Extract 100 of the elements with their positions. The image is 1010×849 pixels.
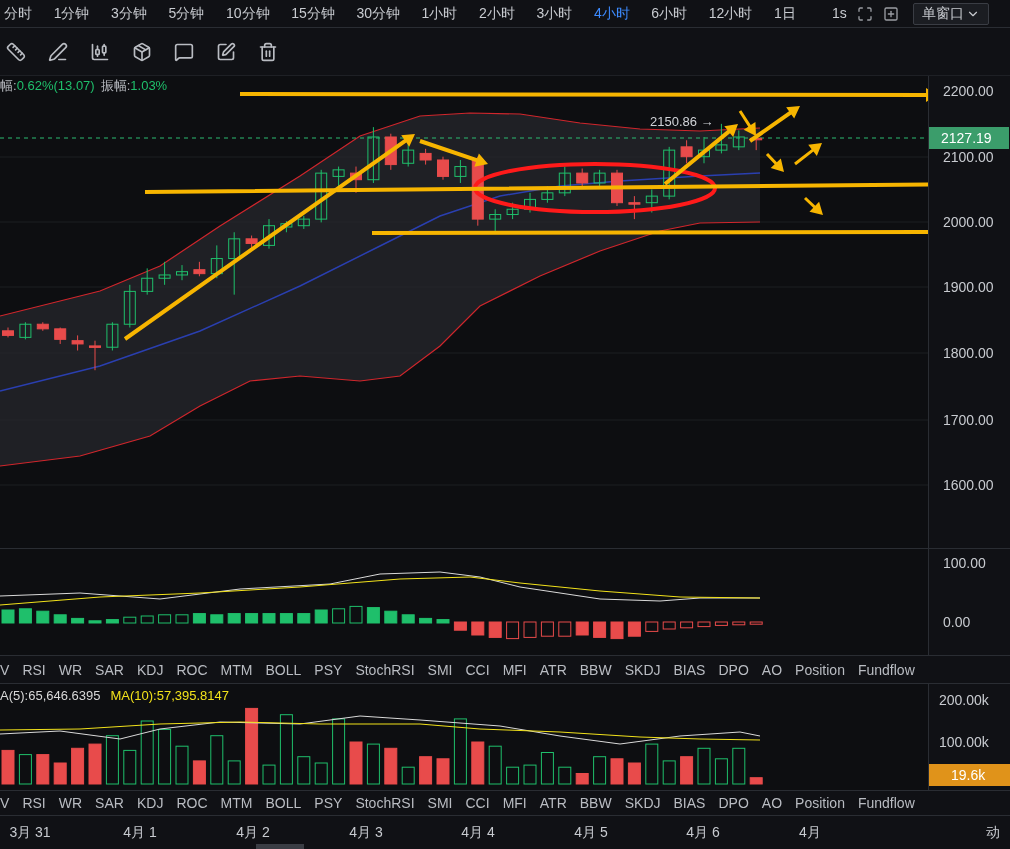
candlestick bbox=[106, 321, 119, 351]
indicator-tab[interactable]: PSY bbox=[314, 662, 343, 677]
histogram-bar bbox=[697, 621, 711, 628]
price-axis-label: 1900.00 bbox=[943, 280, 994, 294]
indicator-tab[interactable]: SKDJ bbox=[624, 662, 661, 677]
high-price-label: 2150.86 → bbox=[650, 113, 714, 131]
candlestick bbox=[2, 327, 14, 338]
indicator-tab[interactable]: MTM bbox=[220, 796, 253, 810]
indicator-tab[interactable]: RSI bbox=[22, 662, 46, 677]
interval-tab[interactable]: 6小时 bbox=[651, 3, 688, 24]
candlestick bbox=[36, 321, 49, 332]
indicator-tab[interactable]: V bbox=[0, 796, 10, 810]
volume-axis-label: 200.00k bbox=[939, 693, 989, 707]
fullscreen-icon[interactable] bbox=[856, 5, 873, 22]
date-axis-label: 4月 3 bbox=[349, 823, 383, 842]
price-axis-label: 1800.00 bbox=[943, 346, 994, 360]
interval-tab[interactable]: 10分钟 bbox=[225, 3, 270, 24]
indicator-tab[interactable]: MFI bbox=[502, 796, 527, 810]
indicator-tab[interactable]: MTM bbox=[220, 662, 253, 677]
trash-icon[interactable] bbox=[258, 41, 278, 62]
interval-tab[interactable]: 1分钟 bbox=[53, 3, 90, 24]
interval-tab[interactable]: 1日 bbox=[774, 3, 796, 24]
candlestick bbox=[245, 235, 258, 250]
volume-bar bbox=[158, 728, 172, 785]
interval-tab[interactable]: 3分钟 bbox=[111, 3, 147, 24]
indicator-tab[interactable]: StochRSI bbox=[355, 662, 415, 677]
candlestick bbox=[402, 143, 415, 168]
indicator-tab[interactable]: BBW bbox=[579, 796, 612, 810]
indicator-tab[interactable]: MFI bbox=[502, 662, 527, 677]
indicator-tab[interactable]: ATR bbox=[539, 796, 567, 810]
candlestick bbox=[663, 146, 676, 200]
box-icon[interactable] bbox=[132, 41, 152, 62]
indicator-tab[interactable]: Fundflow bbox=[857, 796, 915, 810]
interval-tab[interactable]: 15分钟 bbox=[291, 3, 335, 24]
indicator-tab[interactable]: SAR bbox=[95, 662, 124, 677]
indicator-tab[interactable]: SKDJ bbox=[624, 796, 661, 810]
indicator-tab[interactable]: KDJ bbox=[136, 662, 164, 677]
indicator-tab[interactable]: CCI bbox=[465, 796, 490, 810]
add-window-icon[interactable] bbox=[882, 5, 899, 22]
indicator-tab[interactable]: SAR bbox=[95, 796, 124, 810]
indicator-tab[interactable]: BIAS bbox=[673, 662, 706, 677]
interval-tab[interactable]: 12小时 bbox=[708, 3, 753, 24]
indicator-tab[interactable]: WR bbox=[58, 662, 83, 677]
scroll-handle-icon[interactable] bbox=[256, 844, 304, 849]
volume-bar bbox=[453, 718, 467, 785]
interval-tab[interactable]: 分时 bbox=[4, 3, 32, 24]
price-axis-label: 1700.00 bbox=[943, 413, 994, 427]
candlestick bbox=[210, 244, 223, 279]
volume-bar bbox=[297, 756, 311, 785]
indicator-tab[interactable]: SMI bbox=[427, 796, 453, 810]
indicator-tab[interactable]: ATR bbox=[539, 662, 567, 677]
comment-icon[interactable] bbox=[174, 41, 194, 62]
volume-bar bbox=[610, 758, 624, 785]
seconds-button[interactable]: 1s bbox=[832, 3, 847, 24]
indicator-tab[interactable]: BIAS bbox=[673, 796, 706, 810]
interval-tab[interactable]: 4小时 bbox=[593, 3, 630, 24]
indicator-tab[interactable]: ROC bbox=[176, 662, 208, 677]
indicator-tab[interactable]: AO bbox=[761, 662, 783, 677]
histogram-bar bbox=[401, 614, 415, 624]
volume-bar bbox=[732, 747, 746, 785]
interval-tab[interactable]: 1小时 bbox=[421, 3, 458, 24]
indicator-tab[interactable]: V bbox=[0, 662, 10, 677]
indicator-tab[interactable]: ROC bbox=[176, 796, 208, 810]
price-axis-label: 2000.00 bbox=[943, 215, 994, 229]
indicator-tab[interactable]: WR bbox=[58, 796, 83, 810]
indicator-tab[interactable]: BBW bbox=[579, 662, 612, 677]
ruler-icon[interactable] bbox=[6, 41, 26, 62]
interval-tab[interactable]: 30分钟 bbox=[356, 3, 400, 24]
candlestick bbox=[158, 261, 171, 286]
indicator-tab[interactable]: Position bbox=[795, 662, 845, 677]
indicator-tab[interactable]: SMI bbox=[427, 662, 453, 677]
candlestick bbox=[123, 284, 136, 328]
histogram-bar bbox=[540, 621, 554, 637]
candlestick-icon[interactable] bbox=[90, 41, 110, 62]
indicator-tab[interactable]: StochRSI bbox=[355, 796, 415, 810]
volume-bar bbox=[36, 754, 50, 785]
indicator-tab[interactable]: DPO bbox=[718, 796, 749, 810]
histogram-bar bbox=[610, 621, 624, 640]
histogram-bar bbox=[1, 609, 15, 624]
indicator-tab[interactable]: DPO bbox=[718, 662, 749, 677]
interval-tab[interactable]: 3小时 bbox=[536, 3, 573, 24]
indicator-tab[interactable]: Fundflow bbox=[857, 662, 915, 677]
volume-bar bbox=[1, 749, 15, 785]
window-mode-dropdown[interactable]: 单窗口 bbox=[912, 2, 989, 25]
histogram-bar bbox=[714, 621, 728, 626]
indicator-tab[interactable]: PSY bbox=[314, 796, 343, 810]
volume-bar bbox=[419, 756, 433, 785]
indicator-tab[interactable]: CCI bbox=[465, 662, 490, 677]
interval-tab[interactable]: 5分钟 bbox=[168, 3, 205, 24]
candlestick bbox=[193, 261, 206, 277]
indicator-tab[interactable]: RSI bbox=[22, 796, 46, 810]
indicator-tab[interactable]: AO bbox=[761, 796, 783, 810]
volume-bar bbox=[332, 718, 346, 785]
indicator-tab[interactable]: BOLL bbox=[265, 796, 302, 810]
edit-icon[interactable] bbox=[216, 41, 236, 62]
indicator-tab[interactable]: Position bbox=[795, 796, 845, 810]
indicator-tab[interactable]: BOLL bbox=[265, 662, 302, 677]
interval-tab[interactable]: 2小时 bbox=[479, 3, 515, 24]
indicator-tab[interactable]: KDJ bbox=[136, 796, 164, 810]
pencil-icon[interactable] bbox=[48, 41, 68, 62]
